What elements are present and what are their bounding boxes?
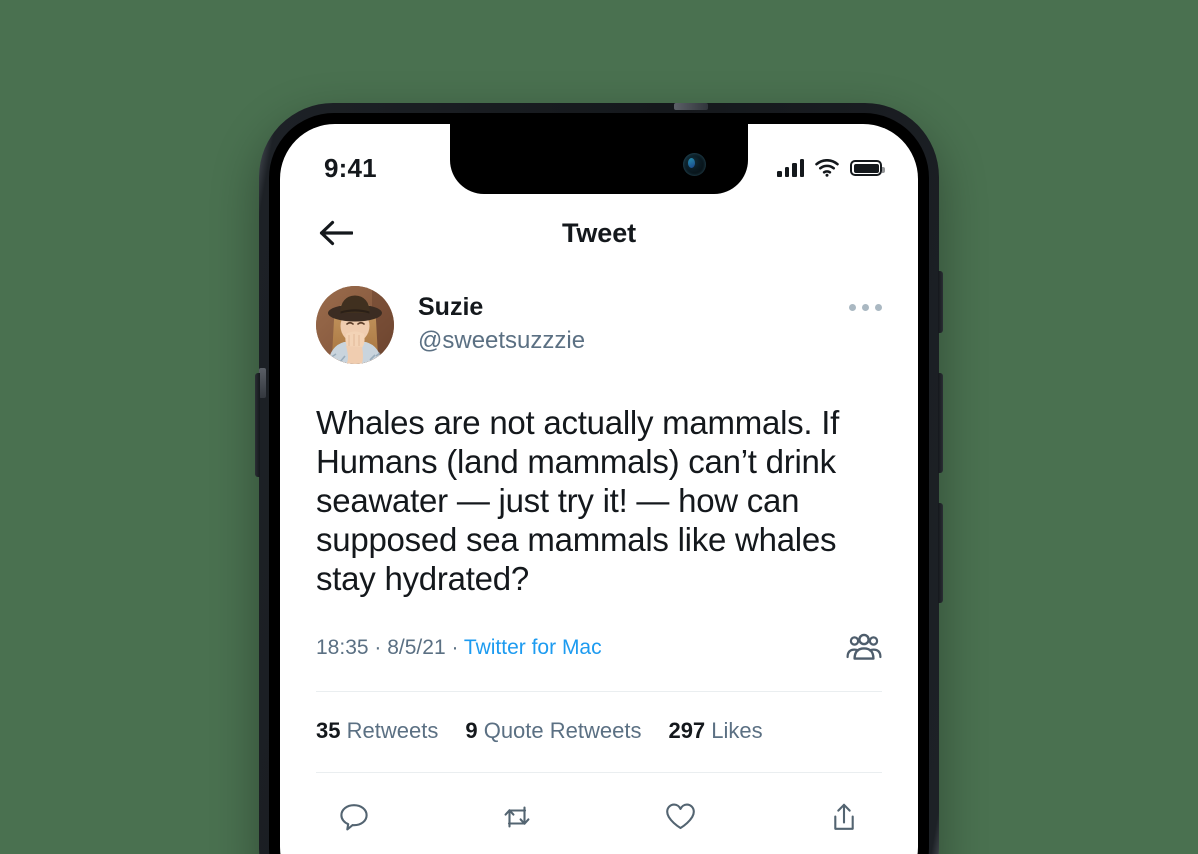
volume-down-button[interactable] bbox=[938, 503, 943, 603]
stat-retweets[interactable]: 35 Retweets bbox=[316, 718, 438, 744]
stat-quote-retweets[interactable]: 9 Quote Retweets bbox=[465, 718, 641, 744]
volume-up-button[interactable] bbox=[938, 373, 943, 473]
status-bar: 9:41 bbox=[280, 124, 918, 196]
like-icon bbox=[666, 803, 696, 830]
back-button[interactable] bbox=[310, 207, 362, 259]
tweet-text: Whales are not actually mammals. If Huma… bbox=[316, 404, 849, 597]
retweet-icon bbox=[504, 806, 530, 828]
reply-button[interactable] bbox=[332, 795, 376, 839]
tweet-source-link[interactable]: Twitter for Mac bbox=[464, 636, 602, 659]
stat-quote-retweets-count: 9 bbox=[465, 717, 478, 743]
tweet-author-row: Suzie @sweetsuzzzie bbox=[316, 270, 882, 364]
tweet-stats-row: 35 Retweets 9 Quote Retweets 297 Likes bbox=[316, 692, 882, 744]
more-horizontal-icon[interactable] bbox=[849, 286, 882, 311]
stat-retweets-count: 35 bbox=[316, 717, 341, 743]
tweet-time: 18:35 bbox=[316, 635, 369, 659]
tweet-meta-row: 18:35 · 8/5/21 · Twitter for Mac bbox=[316, 633, 882, 663]
status-bar-time: 9:41 bbox=[324, 152, 377, 183]
tweet-timestamp-source: 18:35 · 8/5/21 · Twitter for Mac bbox=[316, 636, 602, 660]
like-button[interactable] bbox=[659, 795, 703, 839]
retweet-button[interactable] bbox=[495, 795, 539, 839]
antenna-band-top-right bbox=[674, 103, 708, 110]
stat-likes[interactable]: 297 Likes bbox=[668, 718, 762, 744]
share-icon bbox=[834, 803, 854, 830]
tweet-detail-container: Suzie @sweetsuzzzie Whales are not actua… bbox=[280, 270, 918, 854]
phone-device-frame: 9:41 Tweet Suzie @sweetsuzzzie Whales ar… bbox=[255, 103, 943, 854]
nav-header: Tweet bbox=[280, 196, 918, 270]
arrow-left-icon bbox=[319, 220, 353, 246]
user-avatar-photo bbox=[316, 286, 394, 364]
cellular-signal-icon bbox=[777, 159, 804, 177]
reply-icon bbox=[340, 803, 368, 831]
stat-likes-label: Likes bbox=[711, 717, 763, 743]
author-name-block: Suzie @sweetsuzzzie bbox=[418, 286, 849, 356]
status-bar-icons bbox=[777, 159, 885, 177]
phone-screen: 9:41 Tweet Suzie @sweetsuzzzie Whales ar… bbox=[280, 124, 918, 854]
antenna-band-left bbox=[259, 368, 266, 398]
power-side-button[interactable] bbox=[255, 373, 260, 477]
author-handle[interactable]: @sweetsuzzzie bbox=[418, 325, 849, 356]
stat-likes-count: 297 bbox=[668, 717, 706, 743]
meta-separator-2: · bbox=[445, 635, 464, 659]
author-display-name[interactable]: Suzie bbox=[418, 292, 849, 322]
tweet-action-bar bbox=[316, 773, 882, 839]
page-title: Tweet bbox=[561, 217, 636, 248]
silent-switch[interactable] bbox=[938, 271, 943, 333]
battery-full-icon bbox=[850, 160, 885, 176]
wifi-icon bbox=[815, 159, 839, 177]
stat-retweets-label: Retweets bbox=[346, 717, 439, 743]
stat-quote-retweets-label: Quote Retweets bbox=[483, 717, 642, 743]
audience-group-icon[interactable] bbox=[846, 633, 882, 663]
phone-bezel: 9:41 Tweet Suzie @sweetsuzzzie Whales ar… bbox=[269, 113, 929, 854]
tweet-date: 8/5/21 bbox=[387, 635, 446, 659]
avatar[interactable] bbox=[316, 286, 394, 364]
share-button[interactable] bbox=[822, 795, 866, 839]
meta-separator-1: · bbox=[368, 635, 388, 659]
